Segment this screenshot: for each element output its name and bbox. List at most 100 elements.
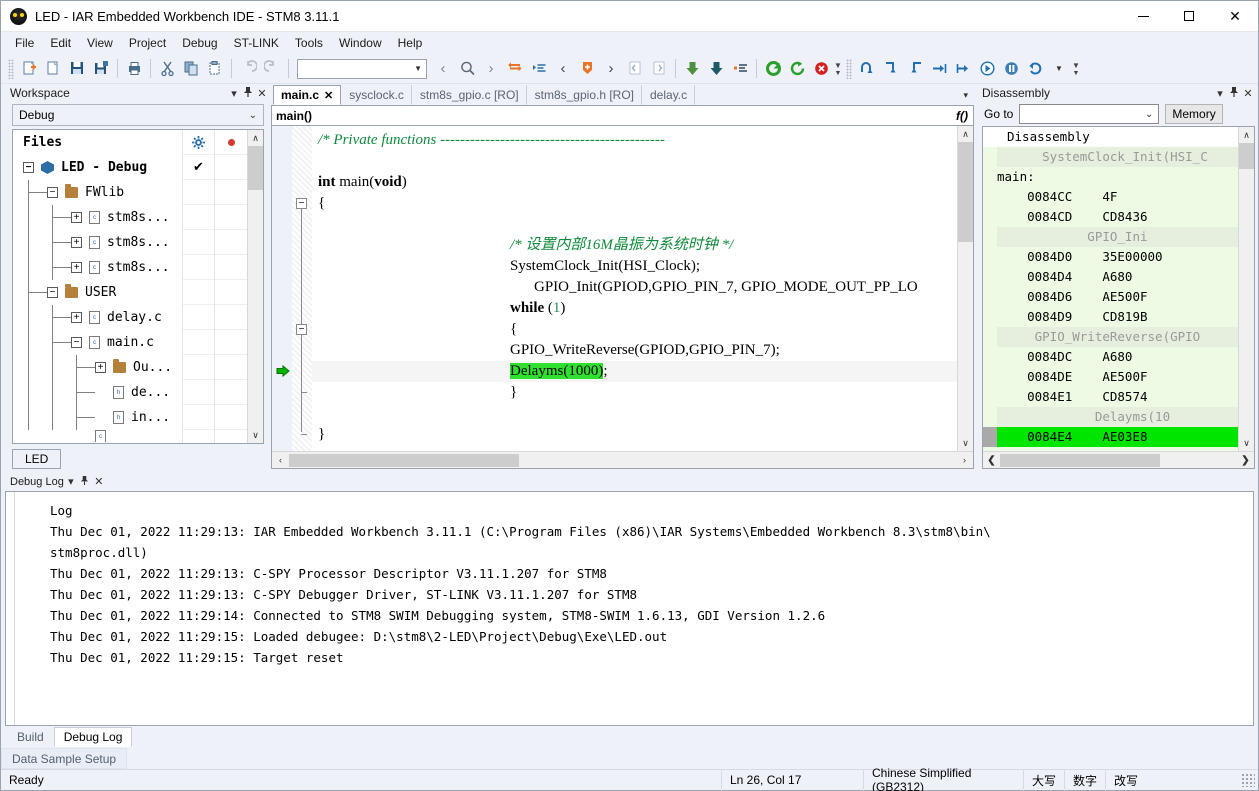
editor-tab-main-c[interactable]: main.c ✕ <box>273 85 342 105</box>
disassembly-margin-cell[interactable] <box>983 207 997 227</box>
disassembly-margin-cell[interactable] <box>983 227 997 247</box>
status-num[interactable]: 数字 <box>1064 769 1105 791</box>
disassembly-row[interactable]: 0084D4 A680 <box>997 267 1238 287</box>
step-out-icon[interactable] <box>903 57 927 81</box>
tree-item[interactable]: − FWlib <box>13 180 182 205</box>
tree-item[interactable]: − c main.c <box>13 330 182 355</box>
scroll-up-icon[interactable]: ∧ <box>248 130 263 146</box>
disassembly-margin-cell[interactable] <box>983 347 997 367</box>
debug-log-close-icon[interactable]: ✕ <box>92 475 106 488</box>
editor-tab-delay-c[interactable]: delay.c <box>642 85 696 105</box>
scrollbar-thumb[interactable] <box>289 453 519 467</box>
disassembly-pin-icon[interactable] <box>1227 86 1241 101</box>
code-line[interactable]: } <box>312 382 957 403</box>
toolbar-overflow-button[interactable]: ▼ ▼ <box>833 58 843 80</box>
debug-log-dropdown-icon[interactable]: ▾ <box>64 475 78 488</box>
toolbar-grip[interactable] <box>8 58 14 79</box>
code-line[interactable]: { <box>312 319 957 340</box>
status-ovr[interactable]: 改写 <box>1105 769 1146 791</box>
undo-icon[interactable] <box>236 57 260 81</box>
disassembly-margin-cell[interactable] <box>983 267 997 287</box>
menu-project[interactable]: Project <box>121 34 174 52</box>
cut-icon[interactable] <box>155 57 179 81</box>
disassembly-close-icon[interactable]: ✕ <box>1241 87 1255 100</box>
code-line[interactable] <box>312 403 957 424</box>
menu-edit[interactable]: Edit <box>42 34 79 52</box>
disassembly-row[interactable]: 0084CD CD8436 <box>997 207 1238 227</box>
disassembly-vertical-scrollbar[interactable]: ∧ ∨ <box>1238 127 1254 451</box>
debug-log-line[interactable]: Thu Dec 01, 2022 11:29:15: Target reset <box>6 647 1253 668</box>
code-line[interactable]: GPIO_Init(GPIOD,GPIO_PIN_7, GPIO_MODE_OU… <box>312 277 957 298</box>
debug-log-line[interactable]: Thu Dec 01, 2022 11:29:13: C-SPY Debugge… <box>6 584 1253 605</box>
build-all-icon[interactable] <box>728 57 752 81</box>
scroll-down-icon[interactable]: ∨ <box>1239 435 1254 451</box>
menu-view[interactable]: View <box>79 34 121 52</box>
disassembly-horizontal-scrollbar[interactable]: ❮ ❯ <box>983 451 1254 468</box>
debug-log-line[interactable]: Thu Dec 01, 2022 11:29:14: Connected to … <box>6 605 1253 626</box>
tree-expander-icon[interactable]: − <box>23 162 34 173</box>
navigate-forward-icon[interactable]: › <box>479 57 503 81</box>
editor-tab-stm8s-gpio-h-ro-[interactable]: stm8s_gpio.h [RO] <box>527 85 642 105</box>
code-line[interactable]: Delayms(1000); <box>312 361 957 382</box>
workspace-dropdown-icon[interactable]: ▾ <box>227 87 241 100</box>
disassembly-row[interactable]: 0084D9 CD819B <box>997 307 1238 327</box>
scroll-down-icon[interactable]: ∨ <box>958 435 973 451</box>
disassembly-source-row[interactable]: GPIO_Ini <box>997 227 1238 247</box>
scroll-right-icon[interactable]: › <box>956 455 973 465</box>
tree-item[interactable]: − USER <box>13 280 182 305</box>
menu-debug[interactable]: Debug <box>174 34 225 52</box>
download-and-debug-icon[interactable] <box>761 57 785 81</box>
code-line[interactable]: int main(void) <box>312 172 957 193</box>
code-line[interactable]: } <box>312 424 957 445</box>
break-icon[interactable] <box>999 57 1023 81</box>
save-icon[interactable] <box>65 57 89 81</box>
disassembly-row[interactable]: main: <box>997 167 1238 187</box>
scroll-left-icon[interactable]: ‹ <box>272 455 289 465</box>
disassembly-row[interactable]: 0084DC A680 <box>997 347 1238 367</box>
tree-item[interactable]: − LED - Debug <box>13 155 182 180</box>
bottom-tab-debug-log[interactable]: Debug Log <box>53 727 133 747</box>
new-document-icon[interactable] <box>17 57 41 81</box>
next-statement-icon[interactable] <box>927 57 951 81</box>
disassembly-margin-cell[interactable] <box>983 307 997 327</box>
memory-button[interactable]: Memory <box>1165 104 1223 124</box>
maximize-button[interactable] <box>1166 1 1212 32</box>
resize-grip-icon[interactable] <box>1241 773 1255 787</box>
dropdown-more-icon[interactable]: ▼ <box>1047 57 1071 81</box>
workspace-config-combo[interactable]: Debug ⌄ <box>12 104 264 126</box>
menu-window[interactable]: Window <box>331 34 390 52</box>
code-line[interactable]: GPIO_WriteReverse(GPIOD,GPIO_PIN_7); <box>312 340 957 361</box>
tree-expander-icon[interactable]: + <box>95 362 106 373</box>
disassembly-row[interactable]: Disassembly <box>997 127 1238 147</box>
toolbar-overflow-button-2[interactable]: ▼ ▼ <box>1071 58 1081 80</box>
scroll-left-icon[interactable]: ❮ <box>983 455 1000 466</box>
code-line[interactable] <box>312 151 957 172</box>
step-over-icon[interactable] <box>855 57 879 81</box>
scroll-right-icon[interactable]: ❯ <box>1237 455 1254 466</box>
sample-tab-data-sample-setup[interactable]: Data Sample Setup <box>1 748 128 769</box>
workspace-tree[interactable]: Files − LED - Debug − FWlib + c stm8s... + c stm8s… <box>13 130 263 443</box>
menu-tools[interactable]: Tools <box>287 34 331 52</box>
make-icon[interactable] <box>704 57 728 81</box>
tree-item[interactable]: + c stm8s... <box>13 255 182 280</box>
tree-item-partial[interactable]: c <box>13 430 182 442</box>
workspace-tab-led[interactable]: LED <box>12 449 62 469</box>
editor-tabs-overflow-icon[interactable]: ▾ <box>963 90 968 101</box>
step-into-icon[interactable] <box>879 57 903 81</box>
go-icon[interactable] <box>975 57 999 81</box>
tree-expander-icon[interactable]: − <box>47 187 58 198</box>
disassembly-margin-cell[interactable] <box>983 387 997 407</box>
menu-st-link[interactable]: ST-LINK <box>226 34 287 52</box>
tree-item[interactable]: h de... <box>13 380 182 405</box>
disassembly-margin-cell[interactable] <box>983 287 997 307</box>
disassembly-row[interactable]: 0084CC 4F <box>997 187 1238 207</box>
tree-item[interactable]: + c stm8s... <box>13 205 182 230</box>
go-to-icon[interactable] <box>503 57 527 81</box>
tree-item[interactable]: + Ou... <box>13 355 182 380</box>
tree-expander-icon[interactable]: + <box>71 237 82 248</box>
workspace-close-icon[interactable]: ✕ <box>255 87 269 100</box>
code-line[interactable]: /* Private functions -------------------… <box>312 130 957 151</box>
paste-icon[interactable] <box>203 57 227 81</box>
disassembly-current-row[interactable]: 0084E4 AE03E8 <box>997 427 1238 447</box>
previous-bookmark-icon[interactable]: ‹ <box>551 57 575 81</box>
